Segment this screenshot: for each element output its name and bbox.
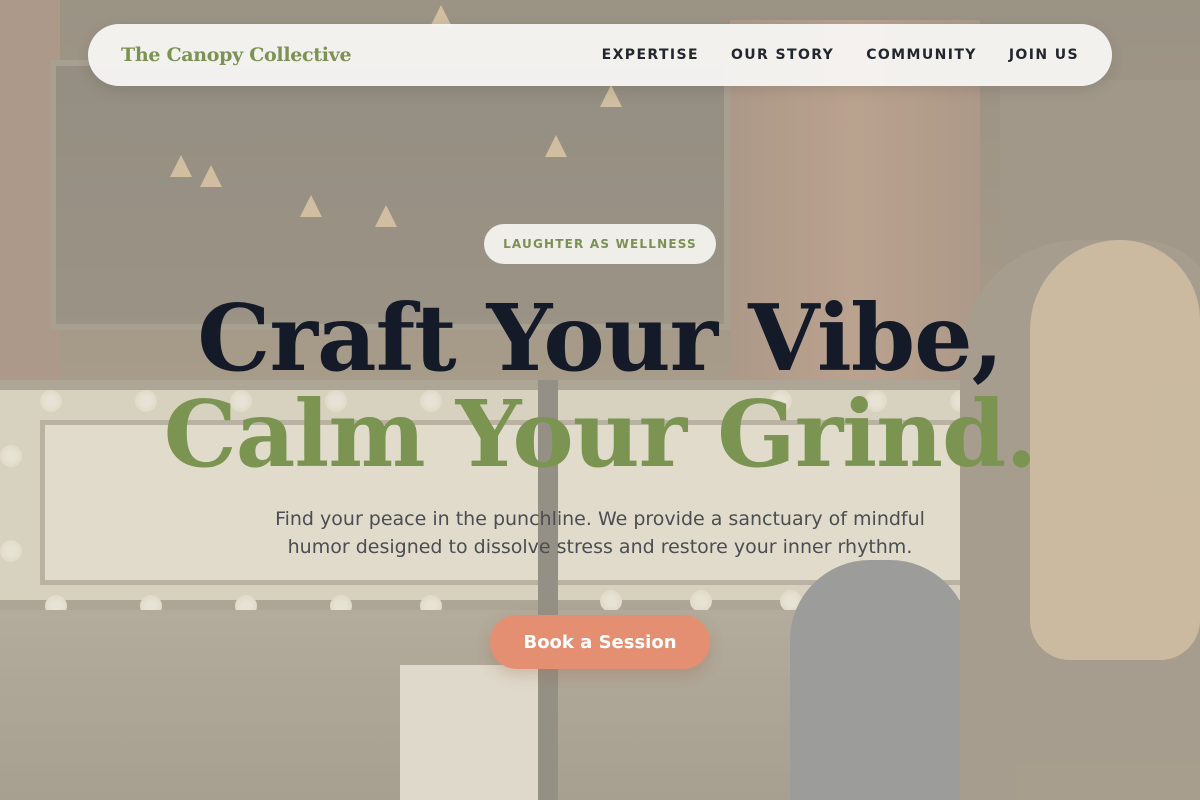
book-session-button[interactable]: Book a Session bbox=[490, 615, 710, 669]
headline-line-1: Craft Your Vibe, bbox=[197, 284, 1003, 392]
hero-headline: Craft Your Vibe, Calm Your Grind. bbox=[0, 290, 1200, 482]
hero-subtitle: Find your peace in the punchline. We pro… bbox=[275, 508, 925, 558]
hero-badge: LAUGHTER AS WELLNESS bbox=[484, 224, 716, 264]
nav-link-expertise[interactable]: EXPERTISE bbox=[602, 47, 699, 63]
headline-line-2: Calm Your Grind. bbox=[163, 380, 1038, 488]
top-navigation-bar: The Canopy Collective EXPERTISE OUR STOR… bbox=[88, 24, 1112, 86]
nav-link-our-story[interactable]: OUR STORY bbox=[731, 47, 834, 63]
brand-logo-link[interactable]: The Canopy Collective bbox=[121, 44, 352, 66]
nav-link-join-us[interactable]: JOIN US bbox=[1009, 47, 1079, 63]
nav-link-community[interactable]: COMMUNITY bbox=[866, 47, 977, 63]
nav-links: EXPERTISE OUR STORY COMMUNITY JOIN US bbox=[602, 47, 1079, 63]
